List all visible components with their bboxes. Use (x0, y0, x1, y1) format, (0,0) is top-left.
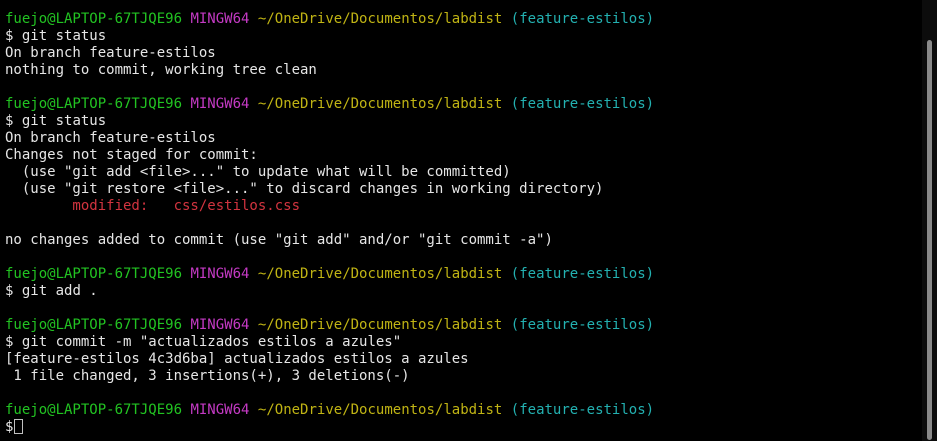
command-text: git commit -m "actualizados estilos a az… (21, 334, 402, 350)
prompt-branch: (feature-estilos) (510, 11, 655, 27)
prompt-symbol: $ (5, 113, 14, 129)
command-line: $ git status (5, 113, 922, 130)
prompt-branch: (feature-estilos) (510, 266, 655, 282)
output-line: (use "git restore <file>..." to discard … (5, 181, 604, 197)
prompt-line: fuejo@LAPTOP-67TJQE96 MINGW64 ~/OneDrive… (5, 266, 922, 283)
prompt-branch: (feature-estilos) (510, 402, 655, 418)
output-line: On branch feature-estilos (5, 130, 216, 146)
prompt-shell: MINGW64 (190, 96, 250, 112)
prompt-path: ~/OneDrive/Documentos/labdist (257, 266, 503, 282)
prompt-line: fuejo@LAPTOP-67TJQE96 MINGW64 ~/OneDrive… (5, 96, 922, 113)
prompt-shell: MINGW64 (190, 402, 250, 418)
command-line: $ git commit -m "actualizados estilos a … (5, 334, 922, 351)
output-line: (use "git add <file>..." to update what … (5, 164, 511, 180)
prompt-line: fuejo@LAPTOP-67TJQE96 MINGW64 ~/OneDrive… (5, 317, 922, 334)
prompt-user-host: fuejo@LAPTOP-67TJQE96 (5, 11, 183, 27)
scrollbar-thumb[interactable] (927, 40, 932, 440)
output-line: On branch feature-estilos (5, 45, 216, 61)
prompt-symbol: $ (5, 28, 14, 44)
vertical-scrollbar[interactable] (922, 0, 937, 441)
prompt-user-host: fuejo@LAPTOP-67TJQE96 (5, 402, 183, 418)
command-text: git add . (21, 283, 98, 299)
terminal-output: fuejo@LAPTOP-67TJQE96 MINGW64 ~/OneDrive… (5, 11, 922, 436)
prompt-branch: (feature-estilos) (510, 96, 655, 112)
prompt-shell: MINGW64 (190, 317, 250, 333)
text-cursor (14, 419, 24, 434)
prompt-user-host: fuejo@LAPTOP-67TJQE96 (5, 266, 183, 282)
prompt-line: fuejo@LAPTOP-67TJQE96 MINGW64 ~/OneDrive… (5, 402, 922, 419)
prompt-shell: MINGW64 (190, 266, 250, 282)
prompt-symbol: $ (5, 334, 14, 350)
output-line: 1 file changed, 3 insertions(+), 3 delet… (5, 368, 410, 384)
prompt-branch: (feature-estilos) (510, 317, 655, 333)
prompt-shell: MINGW64 (190, 11, 250, 27)
prompt-path: ~/OneDrive/Documentos/labdist (257, 317, 503, 333)
terminal-window[interactable]: fuejo@LAPTOP-67TJQE96 MINGW64 ~/OneDrive… (0, 0, 922, 441)
output-line: [feature-estilos 4c3d6ba] actualizados e… (5, 351, 469, 367)
command-text: git status (21, 113, 107, 129)
prompt-user-host: fuejo@LAPTOP-67TJQE96 (5, 317, 183, 333)
command-text: git status (21, 28, 107, 44)
modified-file-line: modified: css/estilos.css (5, 198, 301, 214)
command-line: $ git status (5, 28, 922, 45)
prompt-line: fuejo@LAPTOP-67TJQE96 MINGW64 ~/OneDrive… (5, 11, 922, 28)
output-line: no changes added to commit (use "git add… (5, 232, 553, 248)
output-line: Changes not staged for commit: (5, 147, 258, 163)
output-line: nothing to commit, working tree clean (5, 62, 317, 78)
prompt-symbol: $ (5, 283, 14, 299)
prompt-path: ~/OneDrive/Documentos/labdist (257, 402, 503, 418)
active-command-line[interactable]: $ (5, 419, 922, 436)
command-line: $ git add . (5, 283, 922, 300)
prompt-path: ~/OneDrive/Documentos/labdist (257, 96, 503, 112)
prompt-path: ~/OneDrive/Documentos/labdist (257, 11, 503, 27)
prompt-user-host: fuejo@LAPTOP-67TJQE96 (5, 96, 183, 112)
prompt-symbol: $ (5, 419, 14, 435)
